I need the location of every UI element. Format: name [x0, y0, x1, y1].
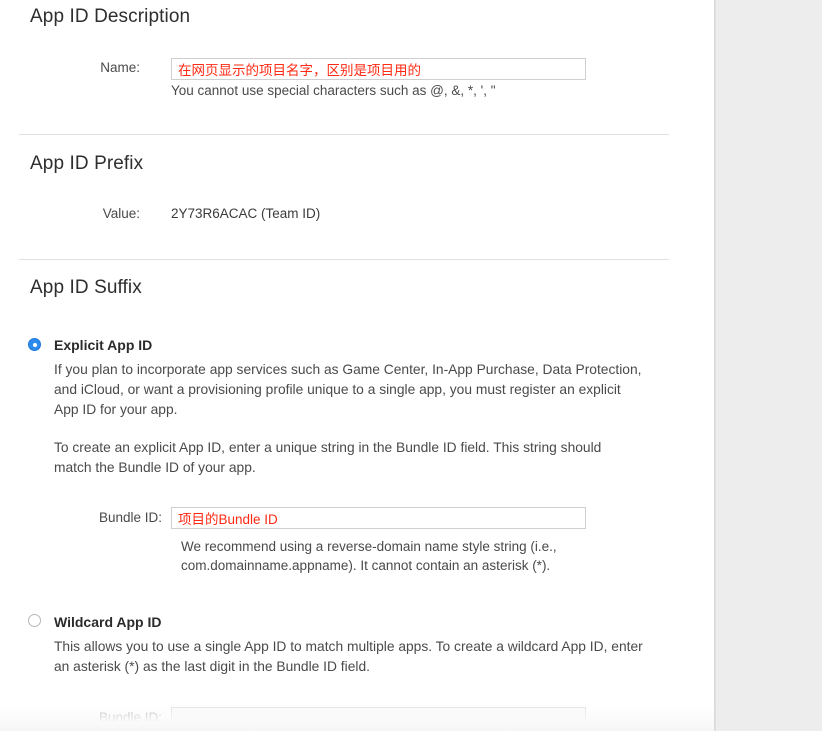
name-input[interactable] — [171, 58, 586, 80]
option-description-explicit-paragraph-1: If you plan to incorporate app services … — [54, 362, 642, 417]
section-title-app-id-suffix: App ID Suffix — [30, 277, 142, 298]
explicit-bundle-id-label: Bundle ID: — [98, 510, 162, 525]
radio-selected-dot-icon — [33, 343, 37, 347]
name-field-label: Name: — [100, 60, 140, 75]
prefix-value-label: Value: — [102, 206, 140, 221]
divider-after-prefix — [19, 259, 669, 260]
right-gutter — [716, 0, 822, 731]
content-panel: App ID Description Name: You cannot use … — [0, 0, 714, 731]
app-id-registration-page: App ID Description Name: You cannot use … — [0, 0, 822, 731]
option-description-explicit-paragraph-2: To create an explicit App ID, enter a un… — [54, 440, 602, 475]
prefix-value-text: 2Y73R6ACAC (Team ID) — [171, 206, 321, 221]
name-helper-text: You cannot use special characters such a… — [171, 83, 496, 98]
explicit-bundle-id-helper-text: We recommend using a reverse-domain name… — [181, 539, 557, 573]
divider-after-description — [19, 134, 669, 135]
radio-explicit-app-id[interactable] — [28, 338, 41, 351]
wildcard-bundle-id-label: Bundle ID: — [98, 710, 162, 725]
option-title-wildcard-app-id: Wildcard App ID — [54, 614, 162, 630]
section-title-app-id-prefix: App ID Prefix — [30, 153, 144, 174]
option-title-explicit-app-id: Explicit App ID — [54, 337, 153, 353]
explicit-bundle-id-input[interactable] — [171, 507, 586, 529]
section-title-app-id-description: App ID Description — [30, 6, 191, 27]
radio-wildcard-app-id[interactable] — [28, 614, 41, 627]
option-description-wildcard-paragraph-1: This allows you to use a single App ID t… — [54, 639, 643, 674]
wildcard-bundle-id-input[interactable] — [171, 707, 586, 729]
